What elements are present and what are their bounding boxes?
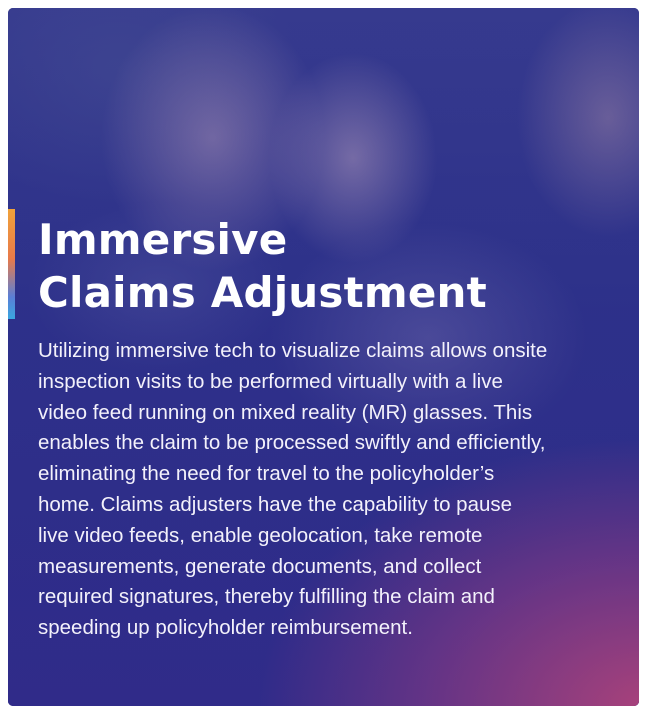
description-line: eliminating the need for travel to the p… [38, 462, 495, 486]
description-line: home. Claims adjusters have the capabili… [38, 492, 513, 516]
description-line: measurements, generate documents, and co… [38, 554, 482, 578]
feature-card: Immersive Claims Adjustment Utilizing im… [8, 8, 639, 706]
description-line: Utilizing immersive tech to visualize cl… [38, 339, 548, 362]
description-line: live video feeds, enable geolocation, ta… [38, 523, 483, 547]
card-content: Immersive Claims Adjustment Utilizing im… [38, 213, 628, 644]
description-line: video feed running on mixed reality (MR)… [38, 400, 533, 424]
card-description: Utilizing immersive tech to visualize cl… [38, 336, 628, 644]
card-title: Immersive Claims Adjustment [38, 213, 628, 319]
description-line: enables the claim to be processed swiftl… [38, 431, 546, 455]
description-line: speeding up policyholder reimbursement. [38, 616, 413, 640]
title-line-2: Claims Adjustment [38, 268, 487, 317]
title-line-1: Immersive [38, 215, 288, 264]
accent-bar [8, 209, 15, 319]
description-line: required signatures, thereby fulfilling … [38, 585, 495, 609]
description-line: inspection visits to be performed virtua… [38, 369, 503, 393]
